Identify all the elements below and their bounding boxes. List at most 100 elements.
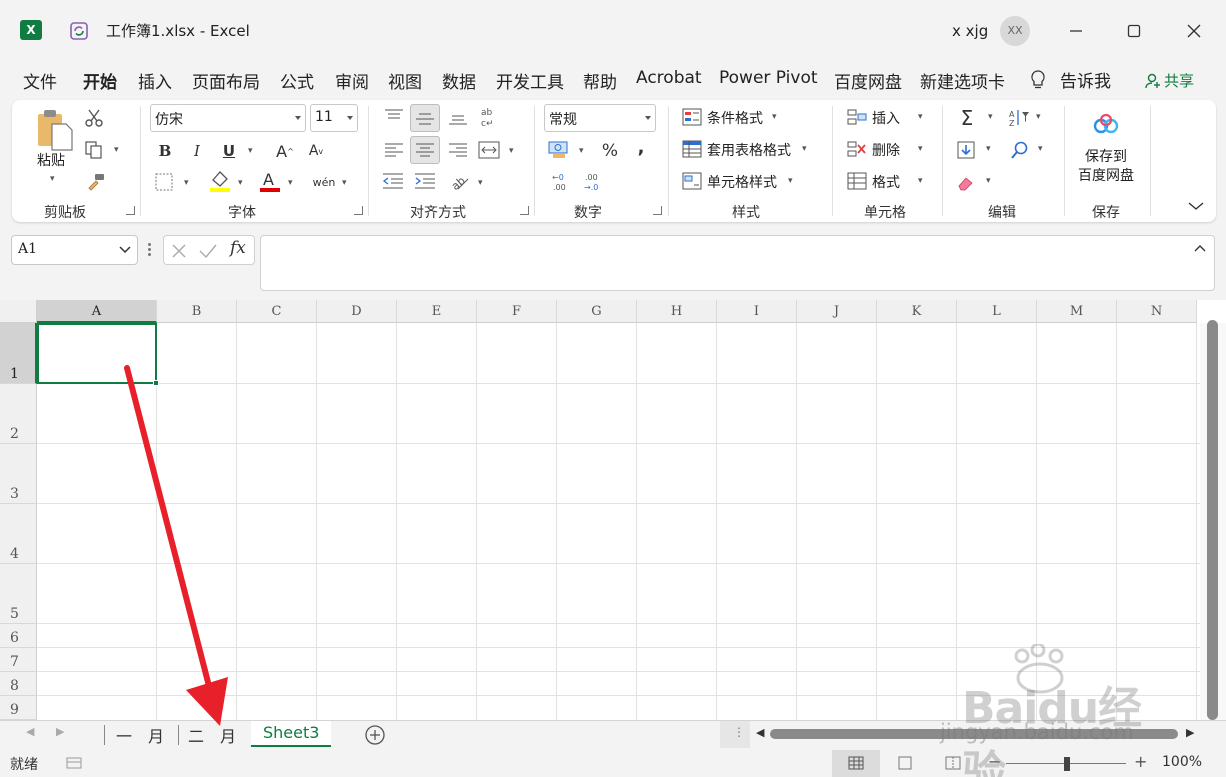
avatar[interactable]: XX: [1000, 16, 1030, 46]
align-middle-button[interactable]: [410, 104, 440, 132]
scroll-tabs-left-icon[interactable]: ◀: [26, 725, 34, 738]
tab-power-pivot[interactable]: Power Pivot: [719, 68, 818, 88]
borders-icon[interactable]: [154, 172, 174, 192]
share-button[interactable]: 共享: [1144, 70, 1194, 91]
tab-split-handle[interactable]: ⋮: [720, 721, 750, 748]
autosum-sigma-icon[interactable]: Σ: [956, 106, 978, 130]
tab-home[interactable]: 开始: [83, 68, 117, 93]
decrease-font-icon[interactable]: Av: [305, 140, 327, 162]
delete-cells-button[interactable]: 删除: [872, 140, 900, 160]
scroll-left-arrow-icon[interactable]: ◀: [756, 726, 764, 739]
sheet-tab-february[interactable]: 二 月: [188, 721, 236, 747]
fill-color-icon[interactable]: [208, 168, 232, 194]
insert-cells-dropdown-icon[interactable]: ▾: [918, 112, 923, 122]
cell-styles-dropdown-icon[interactable]: ▾: [788, 176, 793, 186]
font-color-icon[interactable]: A: [258, 168, 282, 194]
sort-filter-dropdown-icon[interactable]: ▾: [1036, 112, 1041, 122]
horizontal-scroll-thumb[interactable]: [770, 729, 1178, 739]
increase-font-icon[interactable]: A ^: [274, 140, 296, 162]
column-header-m[interactable]: M: [1037, 300, 1117, 323]
conditional-format-icon[interactable]: [682, 108, 702, 126]
conditional-format-button[interactable]: 条件格式: [707, 108, 763, 128]
row-header-8[interactable]: 8: [0, 672, 37, 696]
font-color-dropdown-icon[interactable]: ▾: [288, 178, 293, 188]
align-left-icon[interactable]: [384, 142, 404, 158]
confirm-entry-icon[interactable]: [198, 242, 218, 260]
copy-dropdown-icon[interactable]: ▾: [114, 145, 119, 155]
row-header-4[interactable]: 4: [0, 504, 37, 564]
accounting-dropdown-icon[interactable]: ▾: [579, 146, 584, 156]
paste-dropdown-icon[interactable]: ▾: [50, 174, 55, 184]
row-header-2[interactable]: 2: [0, 384, 37, 444]
column-header-e[interactable]: E: [397, 300, 477, 323]
font-name-select[interactable]: 仿宋: [150, 104, 306, 132]
italic-icon[interactable]: I: [186, 140, 208, 162]
tab-data[interactable]: 数据: [442, 68, 476, 93]
save-to-baidu-button[interactable]: 保存到 百度网盘: [1078, 148, 1134, 186]
insert-function-icon[interactable]: fx: [230, 238, 246, 258]
find-select-icon[interactable]: [1010, 140, 1030, 160]
delete-cells-icon[interactable]: [847, 140, 867, 158]
column-header-j[interactable]: J: [797, 300, 877, 323]
underline-dropdown-icon[interactable]: ▾: [248, 146, 253, 156]
column-header-i[interactable]: I: [717, 300, 797, 323]
number-launcher-icon[interactable]: [653, 206, 662, 215]
page-break-view-icon[interactable]: [945, 756, 961, 770]
decrease-decimal-icon[interactable]: .00→.0: [582, 172, 604, 192]
underline-icon[interactable]: U: [218, 140, 240, 162]
tab-baidu-netdisk[interactable]: 百度网盘: [834, 68, 902, 93]
row-header-6[interactable]: 6: [0, 624, 37, 648]
font-size-select[interactable]: 11: [310, 104, 358, 132]
baidu-netdisk-icon[interactable]: [1092, 112, 1120, 138]
tab-developer[interactable]: 开发工具: [496, 68, 564, 93]
borders-dropdown-icon[interactable]: ▾: [184, 178, 189, 188]
zoom-slider-thumb[interactable]: [1064, 757, 1070, 771]
find-select-dropdown-icon[interactable]: ▾: [1038, 144, 1043, 154]
format-as-table-icon[interactable]: [682, 140, 702, 158]
cell-styles-button[interactable]: 单元格样式: [707, 172, 777, 192]
sort-filter-icon[interactable]: AZ: [1008, 108, 1030, 128]
column-header-b[interactable]: B: [157, 300, 237, 323]
delete-cells-dropdown-icon[interactable]: ▾: [918, 144, 923, 154]
paste-button[interactable]: 粘贴: [37, 150, 65, 170]
worksheet-grid[interactable]: ABCDEFGHIJKLMN 123456789: [0, 300, 1226, 720]
tab-view[interactable]: 视图: [388, 68, 422, 93]
add-sheet-plus-icon[interactable]: [364, 724, 386, 746]
copy-icon[interactable]: [84, 140, 104, 160]
column-header-f[interactable]: F: [477, 300, 557, 323]
fill-handle[interactable]: [153, 380, 159, 386]
format-as-table-button[interactable]: 套用表格格式: [707, 140, 791, 160]
collapse-formula-bar-icon[interactable]: [1194, 244, 1206, 252]
align-center-button[interactable]: [410, 136, 440, 164]
merge-center-icon[interactable]: [478, 140, 500, 160]
row-header-9[interactable]: 9: [0, 696, 37, 720]
page-layout-view-icon[interactable]: [897, 756, 913, 770]
row-header-1[interactable]: 1: [0, 323, 37, 384]
zoom-level[interactable]: 100%: [1162, 754, 1202, 770]
column-header-g[interactable]: G: [557, 300, 637, 323]
column-header-d[interactable]: D: [317, 300, 397, 323]
format-as-table-dropdown-icon[interactable]: ▾: [802, 144, 807, 154]
select-all-corner[interactable]: [0, 300, 37, 323]
percent-style-button[interactable]: %: [598, 140, 622, 162]
alignment-launcher-icon[interactable]: [520, 206, 529, 215]
tab-formulas[interactable]: 公式: [280, 68, 314, 93]
phonetic-dropdown-icon[interactable]: ▾: [342, 178, 347, 188]
insert-cells-icon[interactable]: [847, 108, 867, 126]
bold-icon[interactable]: B: [154, 140, 176, 162]
name-box[interactable]: A1: [11, 235, 138, 265]
merge-dropdown-icon[interactable]: ▾: [509, 146, 514, 156]
user-name[interactable]: x xjg: [952, 22, 988, 40]
insert-cells-button[interactable]: 插入: [872, 108, 900, 128]
align-right-icon[interactable]: [448, 142, 468, 158]
clear-eraser-icon[interactable]: [956, 172, 976, 192]
scroll-right-arrow-icon[interactable]: ▶: [1186, 726, 1194, 739]
column-header-c[interactable]: C: [237, 300, 317, 323]
autosave-sync-icon[interactable]: [68, 20, 90, 42]
column-header-n[interactable]: N: [1117, 300, 1197, 323]
increase-decimal-icon[interactable]: ←0.00: [550, 172, 572, 192]
wrap-text-icon[interactable]: abc↵: [480, 106, 502, 128]
conditional-format-dropdown-icon[interactable]: ▾: [772, 112, 777, 122]
autosum-dropdown-icon[interactable]: ▾: [988, 112, 993, 122]
fill-dropdown-icon[interactable]: ▾: [986, 144, 991, 154]
